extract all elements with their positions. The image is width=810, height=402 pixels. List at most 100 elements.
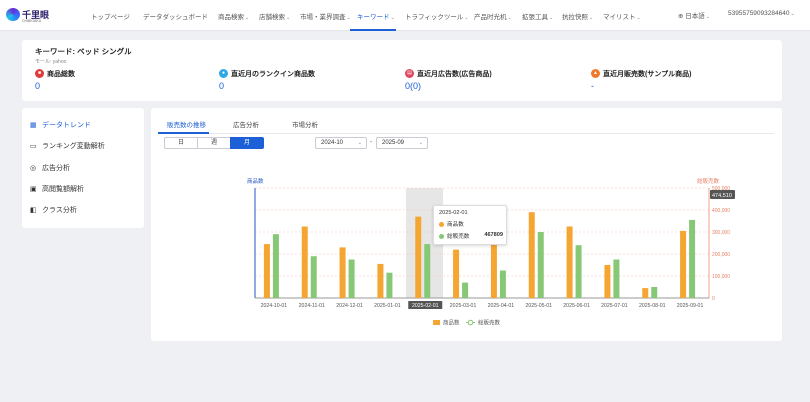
bar-sales[interactable] xyxy=(462,282,469,298)
nav-top[interactable]: トップページ xyxy=(91,11,130,21)
user-menu[interactable]: 5395575909328464​0⌄ xyxy=(728,10,795,17)
y-axis-right-label: 総販売数 xyxy=(697,177,720,185)
bar-products[interactable] xyxy=(339,247,346,298)
y2-tick-label: 100,000 xyxy=(712,274,730,280)
mall-label: モール: yahoo xyxy=(35,59,67,65)
chevron-down-icon: ⌄ xyxy=(705,14,710,20)
x-tick-label: 2025-03-01 xyxy=(450,303,477,309)
nav-store-search[interactable]: 店舗検索⌄ xyxy=(259,11,290,21)
bar-products[interactable] xyxy=(566,226,573,299)
chevron-down-icon: ⌄ xyxy=(636,15,641,21)
bar-products[interactable] xyxy=(415,216,422,298)
dot-icon xyxy=(439,222,444,227)
chevron-down-icon: ⌄ xyxy=(507,15,512,21)
nav-mylist[interactable]: マイリスト⌄ xyxy=(603,11,641,21)
chevron-down-icon: ⌄ xyxy=(589,15,594,21)
chevron-down-icon: ⌄ xyxy=(790,11,795,17)
sidebar-item-ranking[interactable]: ▭ ランキング変動解析 xyxy=(30,141,105,151)
y2-tick-label: 300,000 xyxy=(712,230,730,236)
nav-market-research[interactable]: 市場・業界調査⌄ xyxy=(300,11,351,21)
legend-marker-sales xyxy=(467,319,474,326)
class-icon: ◧ xyxy=(30,207,37,214)
nav-active-indicator xyxy=(350,29,396,31)
x-tick-label: 2024-11-01 xyxy=(299,303,325,309)
language-selector[interactable]: ⊕ 日本語⌄ xyxy=(678,10,710,20)
bar-sales[interactable] xyxy=(613,259,620,299)
bar-sales[interactable] xyxy=(499,270,506,299)
bar-sales[interactable] xyxy=(310,256,317,298)
sidebar-item-browse[interactable]: ▣ 高閲覧額解析 xyxy=(30,184,84,194)
legend-label-sales[interactable]: 総販売数 xyxy=(478,319,501,327)
x-tick-label: 2025-04-01 xyxy=(488,303,515,309)
trend-panel: 販売数の推移 広告分析 市場分析 日 週 月 2024-10 ⌄ - 2025-0… xyxy=(151,108,782,341)
bar-products[interactable] xyxy=(680,230,687,298)
ranking-icon: ▭ xyxy=(30,143,37,150)
legend-swatch-products xyxy=(433,320,440,325)
y2-max-badge-text: 474,510 xyxy=(712,193,732,199)
legend-label-products[interactable]: 商品数 xyxy=(443,319,460,327)
y2-tick-label: 500,000 xyxy=(712,186,730,192)
tooltip-row-products: 商品数 xyxy=(439,220,464,228)
bar-products[interactable] xyxy=(263,244,270,298)
keyword-summary-card: キーワード: ベッド シングル モール: yahoo ■ 商品総数 0 ● 直近… xyxy=(22,40,782,101)
browse-icon: ▣ xyxy=(30,186,37,193)
nav-dashboard[interactable]: データダッシュボード xyxy=(143,11,208,21)
bar-sales[interactable] xyxy=(575,245,582,298)
chevron-down-icon: ⌄ xyxy=(390,15,395,21)
bar-products[interactable] xyxy=(604,265,611,298)
bar-sales[interactable] xyxy=(689,219,696,298)
bar-sales[interactable] xyxy=(348,259,355,299)
x-tick-label: 2025-05-01 xyxy=(525,303,552,309)
nav-time-machine[interactable]: 产品时光机⌄ xyxy=(474,11,512,21)
sidebar-item-ads[interactable]: ◎ 広告分析 xyxy=(30,163,70,173)
keyword-title: キーワード: ベッド シングル xyxy=(35,47,132,56)
logo-icon xyxy=(6,8,20,21)
brand-sub: CHIBIGAKU xyxy=(22,19,42,23)
chevron-down-icon: ⌄ xyxy=(464,15,469,21)
brand-logo[interactable]: 千里眼 CHIBIGAKU xyxy=(6,6,49,26)
x-tick-label: 2024-10-01 xyxy=(261,303,288,309)
y2-tick-label: 0 xyxy=(712,296,715,302)
box-icon: ■ xyxy=(35,69,44,78)
chevron-down-icon: ⌄ xyxy=(549,15,554,21)
y2-tick-label: 400,000 xyxy=(712,208,730,214)
nav-snapshot[interactable]: 抗拉快照⌄ xyxy=(562,11,593,21)
bar-sales[interactable] xyxy=(424,244,431,298)
trend-icon: ▦ xyxy=(30,122,37,129)
x-tick-label: 2025-06-01 xyxy=(563,303,590,309)
sidebar-item-class[interactable]: ◧ クラス分析 xyxy=(30,205,77,215)
fire-icon: ▲ xyxy=(591,69,600,78)
rank-icon: ● xyxy=(219,69,228,78)
bar-products[interactable] xyxy=(377,263,384,298)
x-tick-label: 2025-07-01 xyxy=(601,303,628,309)
ad-analysis-icon: ◎ xyxy=(30,165,37,172)
x-tick-label: 2025-08-01 xyxy=(639,303,666,309)
chevron-down-icon: ⌄ xyxy=(346,15,351,21)
bar-sales[interactable] xyxy=(386,272,393,298)
x-tick-label: 2025-09-01 xyxy=(677,303,704,309)
bar-sales[interactable] xyxy=(651,287,658,298)
bar-products[interactable] xyxy=(453,249,460,298)
ad-icon: ▤ xyxy=(405,69,414,78)
bar-products[interactable] xyxy=(642,288,649,298)
chevron-down-icon: ⌄ xyxy=(245,15,250,21)
tooltip-row-sales: 総販売数 467809 xyxy=(439,232,503,240)
x-tick-label: 2025-01-01 xyxy=(374,303,401,309)
globe-icon: ⊕ xyxy=(678,13,684,20)
x-tick-label: 2025-02-01 xyxy=(412,303,439,309)
nav-extension-tools[interactable]: 拡張工具⌄ xyxy=(522,11,553,21)
bar-products[interactable] xyxy=(528,212,535,298)
x-tick-label: 2024-12-01 xyxy=(336,303,363,309)
sidebar-item-data-trend[interactable]: ▦ データトレンド xyxy=(30,120,91,130)
bar-sales[interactable] xyxy=(272,234,279,298)
y2-tick-label: 200,000 xyxy=(712,252,730,258)
chevron-down-icon: ⌄ xyxy=(286,15,291,21)
bar-sales[interactable] xyxy=(537,232,544,298)
nav-product-search[interactable]: 商品検索⌄ xyxy=(218,11,249,21)
top-navbar: 千里眼 CHIBIGAKU トップページ データダッシュボード 商品検索⌄ 店舗… xyxy=(0,0,810,31)
nav-keyword[interactable]: キーワード⌄ xyxy=(357,11,395,21)
chart-tooltip: 2025-02-01 商品数 総販売数 467809 xyxy=(433,205,507,245)
bar-products[interactable] xyxy=(490,241,497,298)
bar-products[interactable] xyxy=(301,226,308,299)
nav-traffic-tools[interactable]: トラフィックツール⌄ xyxy=(405,11,469,21)
